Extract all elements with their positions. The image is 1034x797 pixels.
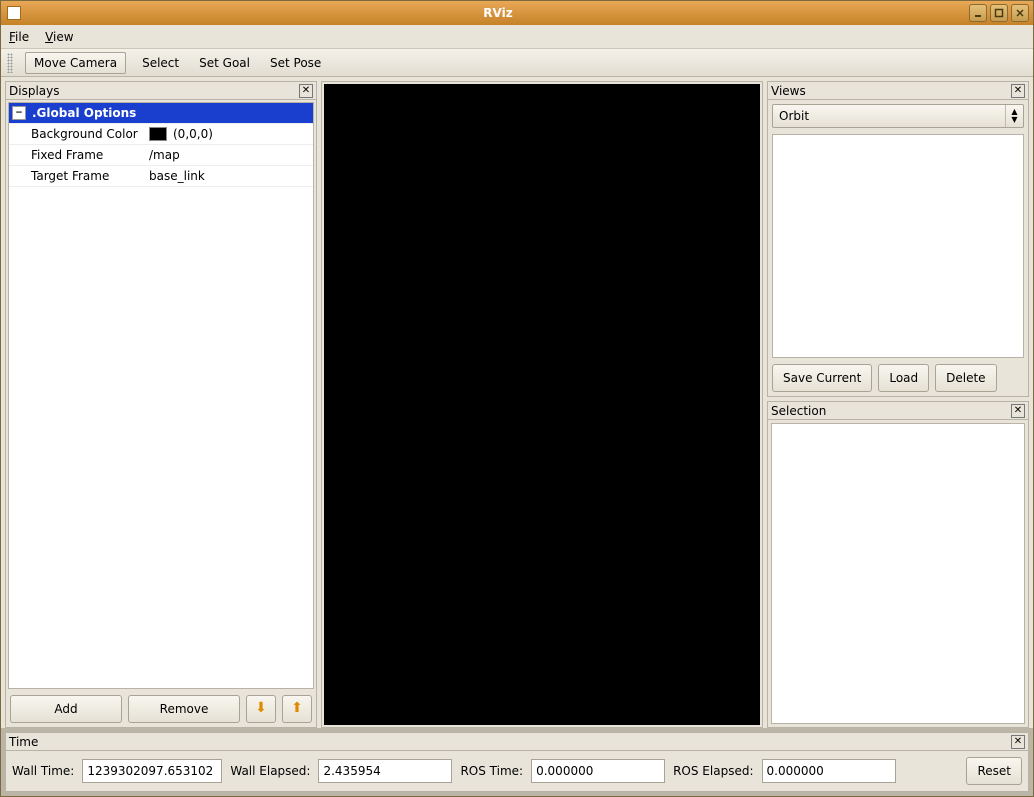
views-title: Views [771,84,1011,98]
tree-root-global-options[interactable]: − .Global Options [9,103,313,124]
menubar: File View [1,25,1033,49]
remove-button[interactable]: Remove [128,695,240,723]
selection-panel: Selection ✕ [767,401,1029,728]
arrow-down-icon: ⬇ [255,700,267,716]
arrow-up-icon: ⬆ [291,700,303,716]
ros-elapsed-label: ROS Elapsed: [673,764,753,778]
app-window: RViz File View Move Camera Select Set Go… [0,0,1034,797]
time-close-icon[interactable]: ✕ [1011,735,1025,749]
tree-row-target-frame[interactable]: Target Frame base_link [9,166,313,187]
wall-elapsed-label: Wall Elapsed: [230,764,310,778]
load-button[interactable]: Load [878,364,929,392]
render-viewport[interactable] [324,84,760,725]
background-color-value: (0,0,0) [173,127,213,141]
target-frame-value: base_link [149,169,205,183]
window-title: RViz [27,6,969,20]
selection-body[interactable] [771,423,1025,724]
displays-panel: Displays ✕ − .Global Options Background … [5,81,317,728]
selection-title: Selection [771,404,1011,418]
titlebar[interactable]: RViz [1,1,1033,25]
wall-time-input[interactable] [82,759,222,783]
app-icon [7,6,21,20]
views-panel: Views ✕ Orbit ▲▼ Save Current Load Delet… [767,81,1029,397]
ros-time-input[interactable] [531,759,665,783]
displays-title: Displays [9,84,299,98]
minimize-button[interactable] [969,4,987,22]
fixed-frame-value: /map [149,148,180,162]
add-button[interactable]: Add [10,695,122,723]
combo-arrows-icon: ▲▼ [1005,105,1023,127]
displays-close-icon[interactable]: ✕ [299,84,313,98]
render-panel [321,81,763,728]
tree-collapse-icon[interactable]: − [12,106,26,120]
save-current-button[interactable]: Save Current [772,364,872,392]
view-mode-combo[interactable]: Orbit ▲▼ [772,104,1024,128]
set-pose-button[interactable]: Set Pose [266,53,325,73]
move-down-button[interactable]: ⬇ [246,695,276,723]
move-camera-button[interactable]: Move Camera [25,52,126,74]
close-button[interactable] [1011,4,1029,22]
wall-elapsed-input[interactable] [318,759,452,783]
time-panel: Time ✕ Wall Time: Wall Elapsed: ROS Time… [5,732,1029,792]
selection-close-icon[interactable]: ✕ [1011,404,1025,418]
views-list[interactable] [772,134,1024,358]
delete-button[interactable]: Delete [935,364,996,392]
tree-row-background-color[interactable]: Background Color (0,0,0) [9,124,313,145]
wall-time-label: Wall Time: [12,764,74,778]
views-close-icon[interactable]: ✕ [1011,84,1025,98]
view-mode-value: Orbit [773,105,1005,127]
menu-view[interactable]: View [45,30,73,44]
menu-file[interactable]: File [9,30,29,44]
maximize-button[interactable] [990,4,1008,22]
toolbar: Move Camera Select Set Goal Set Pose [1,49,1033,77]
background-color-swatch[interactable] [149,127,167,141]
toolbar-grip[interactable] [7,53,13,73]
tree-row-fixed-frame[interactable]: Fixed Frame /map [9,145,313,166]
ros-time-label: ROS Time: [460,764,523,778]
reset-button[interactable]: Reset [966,757,1022,785]
displays-tree[interactable]: − .Global Options Background Color (0,0,… [8,102,314,689]
ros-elapsed-input[interactable] [762,759,896,783]
move-up-button[interactable]: ⬆ [282,695,312,723]
set-goal-button[interactable]: Set Goal [195,53,254,73]
select-button[interactable]: Select [138,53,183,73]
time-title: Time [9,735,1011,749]
workspace: Displays ✕ − .Global Options Background … [1,77,1033,728]
